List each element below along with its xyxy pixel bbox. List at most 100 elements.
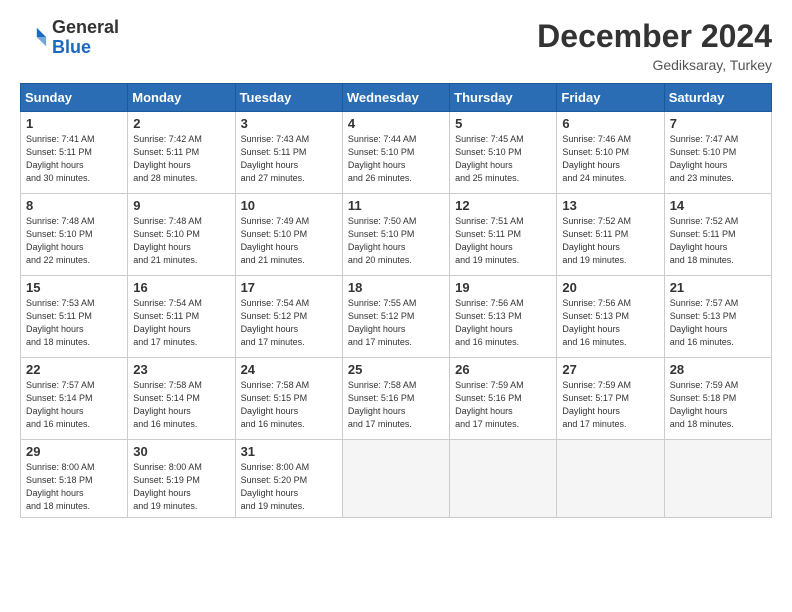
logo: General Blue	[20, 18, 119, 58]
day-number: 20	[562, 280, 658, 295]
day-info: Sunrise: 7:45 AMSunset: 5:10 PMDaylight …	[455, 134, 524, 183]
day-number: 30	[133, 444, 229, 459]
day-info: Sunrise: 7:48 AMSunset: 5:10 PMDaylight …	[133, 216, 202, 265]
table-row: 10 Sunrise: 7:49 AMSunset: 5:10 PMDayligh…	[235, 194, 342, 276]
col-header-friday: Friday	[557, 84, 664, 112]
table-row: 25 Sunrise: 7:58 AMSunset: 5:16 PMDayligh…	[342, 358, 449, 440]
calendar-table: SundayMondayTuesdayWednesdayThursdayFrid…	[20, 83, 772, 518]
day-info: Sunrise: 7:59 AMSunset: 5:16 PMDaylight …	[455, 380, 524, 429]
table-row: 7Sunrise: 7:47 AMSunset: 5:10 PMDaylight…	[664, 112, 771, 194]
col-header-thursday: Thursday	[450, 84, 557, 112]
month-title: December 2024	[537, 18, 772, 55]
day-info: Sunrise: 7:51 AMSunset: 5:11 PMDaylight …	[455, 216, 524, 265]
table-row: 23 Sunrise: 7:58 AMSunset: 5:14 PMDayligh…	[128, 358, 235, 440]
table-row: 29 Sunrise: 8:00 AMSunset: 5:18 PMDayligh…	[21, 440, 128, 518]
day-info: Sunrise: 8:00 AMSunset: 5:19 PMDaylight …	[133, 462, 202, 511]
day-number: 14	[670, 198, 766, 213]
day-info: Sunrise: 7:44 AMSunset: 5:10 PMDaylight …	[348, 134, 417, 183]
table-row: 16Sunrise: 7:54 AMSunset: 5:11 PMDayligh…	[128, 276, 235, 358]
day-info: Sunrise: 7:46 AMSunset: 5:10 PMDaylight …	[562, 134, 631, 183]
table-row: 26 Sunrise: 7:59 AMSunset: 5:16 PMDayligh…	[450, 358, 557, 440]
day-number: 25	[348, 362, 444, 377]
table-row: 21 Sunrise: 7:57 AMSunset: 5:13 PMDayligh…	[664, 276, 771, 358]
table-row: 5 Sunrise: 7:45 AMSunset: 5:10 PMDaylight…	[450, 112, 557, 194]
table-row: 4 Sunrise: 7:44 AMSunset: 5:10 PMDaylight…	[342, 112, 449, 194]
table-row	[557, 440, 664, 518]
day-info: Sunrise: 7:59 AMSunset: 5:18 PMDaylight …	[670, 380, 739, 429]
col-header-saturday: Saturday	[664, 84, 771, 112]
table-row	[450, 440, 557, 518]
table-row: 31 Sunrise: 8:00 AMSunset: 5:20 PMDayligh…	[235, 440, 342, 518]
day-info: Sunrise: 8:00 AMSunset: 5:20 PMDaylight …	[241, 462, 310, 511]
day-number: 10	[241, 198, 337, 213]
day-info: Sunrise: 7:49 AMSunset: 5:10 PMDaylight …	[241, 216, 310, 265]
table-row: 1Sunrise: 7:41 AMSunset: 5:11 PMDaylight…	[21, 112, 128, 194]
day-info: Sunrise: 7:55 AMSunset: 5:12 PMDaylight …	[348, 298, 417, 347]
day-number: 2	[133, 116, 229, 131]
col-header-monday: Monday	[128, 84, 235, 112]
day-info: Sunrise: 8:00 AMSunset: 5:18 PMDaylight …	[26, 462, 95, 511]
day-info: Sunrise: 7:58 AMSunset: 5:16 PMDaylight …	[348, 380, 417, 429]
logo-text: General Blue	[52, 18, 119, 58]
table-row: 12 Sunrise: 7:51 AMSunset: 5:11 PMDayligh…	[450, 194, 557, 276]
day-number: 23	[133, 362, 229, 377]
table-row: 3 Sunrise: 7:43 AMSunset: 5:11 PMDaylight…	[235, 112, 342, 194]
day-info: Sunrise: 7:57 AMSunset: 5:14 PMDaylight …	[26, 380, 95, 429]
table-row: 28 Sunrise: 7:59 AMSunset: 5:18 PMDayligh…	[664, 358, 771, 440]
day-number: 11	[348, 198, 444, 213]
day-number: 5	[455, 116, 551, 131]
day-number: 6	[562, 116, 658, 131]
day-number: 8	[26, 198, 122, 213]
table-row: 2 Sunrise: 7:42 AMSunset: 5:11 PMDaylight…	[128, 112, 235, 194]
col-header-tuesday: Tuesday	[235, 84, 342, 112]
day-number: 17	[241, 280, 337, 295]
day-number: 26	[455, 362, 551, 377]
table-row: 24Sunrise: 7:58 AMSunset: 5:15 PMDayligh…	[235, 358, 342, 440]
day-number: 29	[26, 444, 122, 459]
day-number: 24	[241, 362, 337, 377]
day-number: 9	[133, 198, 229, 213]
table-row: 22 Sunrise: 7:57 AMSunset: 5:14 PMDayligh…	[21, 358, 128, 440]
day-number: 18	[348, 280, 444, 295]
day-info: Sunrise: 7:56 AMSunset: 5:13 PMDaylight …	[455, 298, 524, 347]
day-info: Sunrise: 7:43 AMSunset: 5:11 PMDaylight …	[241, 134, 310, 183]
day-number: 27	[562, 362, 658, 377]
day-number: 1	[26, 116, 122, 131]
day-number: 21	[670, 280, 766, 295]
col-header-wednesday: Wednesday	[342, 84, 449, 112]
col-header-sunday: Sunday	[21, 84, 128, 112]
title-block: December 2024 Gediksaray, Turkey	[537, 18, 772, 73]
table-row: 20 Sunrise: 7:56 AMSunset: 5:13 PMDayligh…	[557, 276, 664, 358]
day-info: Sunrise: 7:58 AMSunset: 5:14 PMDaylight …	[133, 380, 202, 429]
table-row: 14 Sunrise: 7:52 AMSunset: 5:11 PMDayligh…	[664, 194, 771, 276]
table-row: 9 Sunrise: 7:48 AMSunset: 5:10 PMDaylight…	[128, 194, 235, 276]
day-info: Sunrise: 7:53 AMSunset: 5:11 PMDaylight …	[26, 298, 95, 347]
table-row: 27 Sunrise: 7:59 AMSunset: 5:17 PMDayligh…	[557, 358, 664, 440]
day-number: 3	[241, 116, 337, 131]
table-row: 19 Sunrise: 7:56 AMSunset: 5:13 PMDayligh…	[450, 276, 557, 358]
day-number: 19	[455, 280, 551, 295]
day-info: Sunrise: 7:42 AMSunset: 5:11 PMDaylight …	[133, 134, 202, 183]
location: Gediksaray, Turkey	[537, 57, 772, 73]
table-row	[342, 440, 449, 518]
logo-icon	[20, 24, 48, 52]
day-number: 31	[241, 444, 337, 459]
day-info: Sunrise: 7:54 AMSunset: 5:11 PMDaylight …	[133, 298, 202, 347]
day-info: Sunrise: 7:59 AMSunset: 5:17 PMDaylight …	[562, 380, 631, 429]
day-number: 12	[455, 198, 551, 213]
day-info: Sunrise: 7:56 AMSunset: 5:13 PMDaylight …	[562, 298, 631, 347]
day-number: 22	[26, 362, 122, 377]
day-info: Sunrise: 7:54 AMSunset: 5:12 PMDaylight …	[241, 298, 310, 347]
table-row: 15Sunrise: 7:53 AMSunset: 5:11 PMDayligh…	[21, 276, 128, 358]
day-info: Sunrise: 7:48 AMSunset: 5:10 PMDaylight …	[26, 216, 95, 265]
page-header: General Blue December 2024 Gediksaray, T…	[20, 18, 772, 73]
day-number: 4	[348, 116, 444, 131]
table-row: 6 Sunrise: 7:46 AMSunset: 5:10 PMDaylight…	[557, 112, 664, 194]
day-number: 7	[670, 116, 766, 131]
day-number: 13	[562, 198, 658, 213]
day-info: Sunrise: 7:52 AMSunset: 5:11 PMDaylight …	[670, 216, 739, 265]
table-row: 30 Sunrise: 8:00 AMSunset: 5:19 PMDayligh…	[128, 440, 235, 518]
day-number: 28	[670, 362, 766, 377]
day-info: Sunrise: 7:57 AMSunset: 5:13 PMDaylight …	[670, 298, 739, 347]
table-row: 17 Sunrise: 7:54 AMSunset: 5:12 PMDayligh…	[235, 276, 342, 358]
